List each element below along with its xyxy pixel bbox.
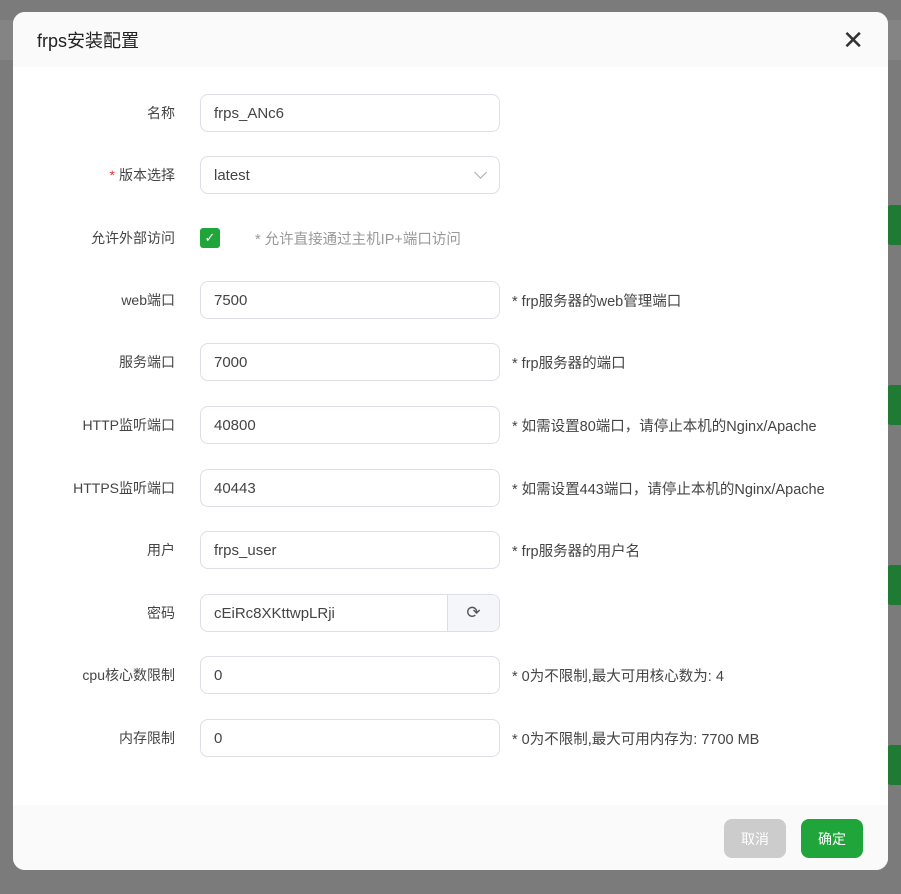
field-label: web端口 bbox=[121, 292, 175, 308]
field-label: * 版本选择 bbox=[109, 167, 175, 183]
field-label: 用户 bbox=[147, 542, 175, 558]
required-mark: * bbox=[109, 167, 115, 183]
field-label: 名称 bbox=[147, 105, 175, 121]
cpu-limit-input[interactable]: 0 bbox=[200, 656, 500, 694]
dialog-title: frps安装配置 bbox=[37, 30, 140, 51]
row-version: * 版本选择 latest bbox=[13, 156, 888, 194]
field-hint: * frp服务器的web管理端口 bbox=[512, 293, 682, 310]
background-button bbox=[887, 745, 901, 785]
background-button bbox=[887, 205, 901, 245]
field-label: 服务端口 bbox=[119, 354, 175, 370]
row-password: 密码 cEiRc8XKttwpLRji ⟳ bbox=[13, 594, 888, 632]
dialog-footer: 取消 确定 bbox=[13, 805, 888, 870]
password-value: cEiRc8XKttwpLRji bbox=[214, 604, 335, 622]
chevron-down-icon bbox=[474, 166, 487, 179]
row-name: 名称 frps_ANc6 bbox=[13, 94, 888, 132]
row-web-port: web端口 7500 * frp服务器的web管理端口 bbox=[13, 281, 888, 319]
field-hint: * 允许直接通过主机IP+端口访问 bbox=[255, 231, 461, 248]
field-label: 允许外部访问 bbox=[91, 230, 175, 246]
row-memory: 内存限制 0 * 0为不限制,最大可用内存为: 7700 MB bbox=[13, 719, 888, 757]
password-input[interactable]: cEiRc8XKttwpLRji ⟳ bbox=[200, 594, 500, 632]
cancel-button[interactable]: 取消 bbox=[724, 819, 786, 858]
row-cpu: cpu核心数限制 0 * 0为不限制,最大可用核心数为: 4 bbox=[13, 656, 888, 694]
close-icon[interactable]: ✕ bbox=[842, 27, 864, 53]
row-http-port: HTTP监听端口 40800 * 如需设置80端口，请停止本机的Nginx/Ap… bbox=[13, 406, 888, 444]
field-label: HTTP监听端口 bbox=[82, 417, 175, 433]
name-input[interactable]: frps_ANc6 bbox=[200, 94, 500, 132]
field-hint: * frp服务器的用户名 bbox=[512, 543, 641, 560]
https-port-input[interactable]: 40443 bbox=[200, 469, 500, 507]
field-label: 密码 bbox=[147, 605, 175, 621]
row-external: 允许外部访问 ✓ * 允许直接通过主机IP+端口访问 bbox=[13, 219, 888, 257]
dialog-header: frps安装配置 ✕ bbox=[13, 12, 888, 67]
background-button bbox=[887, 565, 901, 605]
field-hint: * 如需设置443端口，请停止本机的Nginx/Apache bbox=[512, 481, 825, 498]
row-user: 用户 frps_user * frp服务器的用户名 bbox=[13, 531, 888, 569]
field-hint: * 0为不限制,最大可用核心数为: 4 bbox=[512, 668, 724, 685]
version-value: latest bbox=[214, 166, 250, 184]
row-service-port: 服务端口 7000 * frp服务器的端口 bbox=[13, 343, 888, 381]
field-hint: * 如需设置80端口，请停止本机的Nginx/Apache bbox=[512, 418, 817, 435]
external-access-checkbox[interactable]: ✓ bbox=[200, 228, 220, 248]
http-port-input[interactable]: 40800 bbox=[200, 406, 500, 444]
memory-limit-input[interactable]: 0 bbox=[200, 719, 500, 757]
field-label: 内存限制 bbox=[119, 730, 175, 746]
version-select[interactable]: latest bbox=[200, 156, 500, 194]
service-port-input[interactable]: 7000 bbox=[200, 343, 500, 381]
frps-install-dialog: frps安装配置 ✕ 名称 frps_ANc6 * 版本选择 latest 允许外… bbox=[13, 12, 888, 870]
field-label: cpu核心数限制 bbox=[82, 667, 175, 683]
web-port-input[interactable]: 7500 bbox=[200, 281, 500, 319]
confirm-button[interactable]: 确定 bbox=[801, 819, 863, 858]
field-hint: * 0为不限制,最大可用内存为: 7700 MB bbox=[512, 731, 760, 748]
refresh-password-icon[interactable]: ⟳ bbox=[447, 595, 499, 631]
dialog-form: 名称 frps_ANc6 * 版本选择 latest 允许外部访问 ✓ * 允许直… bbox=[13, 67, 888, 805]
row-https-port: HTTPS监听端口 40443 * 如需设置443端口，请停止本机的Nginx/… bbox=[13, 469, 888, 507]
user-input[interactable]: frps_user bbox=[200, 531, 500, 569]
background-button bbox=[887, 385, 901, 425]
field-label: HTTPS监听端口 bbox=[73, 480, 175, 496]
field-hint: * frp服务器的端口 bbox=[512, 355, 626, 372]
